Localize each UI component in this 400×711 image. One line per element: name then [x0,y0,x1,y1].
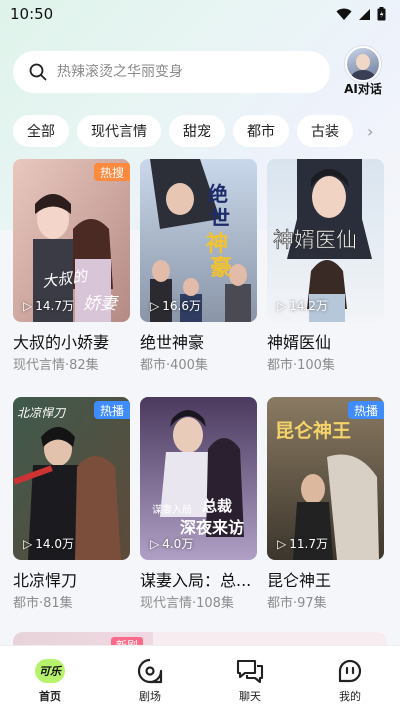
profile-icon [335,656,365,686]
category-tab[interactable]: 全部 [13,115,69,147]
drama-meta: 都市·81集 [13,596,73,611]
tab-label: 剧场 [139,690,161,703]
drama-meta: 都市·97集 [267,596,327,611]
views-count: ▷ 14.0万 [23,536,74,552]
category-tab[interactable]: 古装 [297,115,353,147]
tab-label: 我的 [339,690,361,703]
play-icon: ▷ [23,536,33,551]
svg-text:世: 世 [210,206,230,230]
drama-title: 昆仑神王 [267,571,332,590]
search-row: AI对话 [13,46,387,96]
category-tab[interactable]: 现代言情 [77,115,161,147]
ai-chat-label: AI对话 [344,82,382,96]
wifi-icon [336,8,352,20]
drama-poster: 大叔的 娇妻 热搜 ▷ 14.7万 [13,159,130,322]
views-count: ▷ 14.2万 [277,298,328,314]
battery-icon [377,7,386,21]
svg-text:神: 神 [206,231,228,257]
ai-avatar-image [345,46,381,82]
chat-icon [235,656,265,686]
svg-text:绝: 绝 [208,182,228,206]
drama-title: 北凉悍刀 [13,571,78,590]
svg-text:谋妻入局: 谋妻入局 [152,503,192,516]
svg-text:神婿医仙: 神婿医仙 [273,228,357,252]
views-count: ▷ 11.7万 [277,536,328,552]
chevron-right-icon[interactable]: › [367,122,373,141]
category-tab[interactable]: 都市 [233,115,289,147]
tab-home[interactable]: 可乐 首页 [10,656,90,703]
status-icons [336,7,386,21]
tab-profile[interactable]: 我的 [310,656,390,703]
status-bar: 10:50 [0,0,400,28]
tab-label: 首页 [39,690,61,703]
drama-meta: 现代言情·108集 [140,596,234,611]
drama-meta: 都市·400集 [140,358,208,373]
svg-text:豪: 豪 [210,255,232,281]
tab-theater[interactable]: 剧场 [110,656,190,703]
drama-title: 谋妻入局：总... [140,571,252,590]
drama-card[interactable]: 神婿医仙 SHEN XU YI XIAN ▷ 14.2万 神婿医仙 都市·100集 [267,159,384,383]
drama-card[interactable]: 谋妻入局 总裁 深夜来访 ▷ 4.0万 谋妻入局：总... 现代言情·108集 [140,397,257,621]
views-count: ▷ 4.0万 [150,536,194,552]
play-icon: ▷ [277,298,287,313]
drama-grid: 大叔的 娇妻 热搜 ▷ 14.7万 大叔的小娇妻 现代言情·82集 绝 世 神 … [13,159,387,621]
home-logo-icon: 可乐 [35,656,65,686]
drama-meta: 都市·100集 [267,358,335,373]
drama-badge: 热播 [93,401,130,419]
ai-chat-button[interactable]: AI对话 [339,46,387,98]
drama-title: 绝世神豪 [140,333,205,352]
drama-badge: 热播 [347,401,384,419]
svg-text:北凉悍刀: 北凉悍刀 [17,406,67,420]
tab-chat[interactable]: 聊天 [210,656,290,703]
views-count: ▷ 14.7万 [23,298,74,314]
play-icon: ▷ [150,536,160,551]
drama-poster: 绝 世 神 豪 ▷ 16.6万 [140,159,257,322]
drama-card[interactable]: 绝 世 神 豪 ▷ 16.6万 绝世神豪 都市·400集 [140,159,257,383]
search-input[interactable] [57,64,307,80]
play-icon: ▷ [150,298,160,313]
bottom-tabbar: 可乐 首页 剧场 聊天 我的 [0,645,400,711]
drama-card[interactable]: 北凉悍刀 热播 ▷ 14.0万 北凉悍刀 都市·81集 [13,397,130,621]
drama-title: 大叔的小娇妻 [13,333,110,352]
drama-poster: 北凉悍刀 热播 ▷ 14.0万 [13,397,130,560]
signal-icon [359,8,370,20]
svg-text:总裁: 总裁 [202,497,232,515]
theater-icon [135,656,165,686]
drama-poster: 谋妻入局 总裁 深夜来访 ▷ 4.0万 [140,397,257,560]
tab-label: 聊天 [239,690,261,703]
status-time: 10:50 [10,5,54,23]
category-tabs: 全部 现代言情 甜宠 都市 古装 › [13,115,400,147]
play-icon: ▷ [23,298,33,313]
drama-card[interactable]: 昆仑神王 热播 ▷ 11.7万 昆仑神王 都市·97集 [267,397,384,621]
drama-badge: 热搜 [93,163,130,181]
drama-poster: 神婿医仙 SHEN XU YI XIAN ▷ 14.2万 [267,159,384,322]
category-tab[interactable]: 甜宠 [169,115,225,147]
search-box[interactable] [13,51,330,93]
search-icon [29,63,47,81]
drama-poster: 昆仑神王 热播 ▷ 11.7万 [267,397,384,560]
drama-meta: 现代言情·82集 [13,358,99,373]
svg-text:昆仑神王: 昆仑神王 [275,419,351,442]
views-count: ▷ 16.6万 [150,298,201,314]
drama-title: 神婿医仙 [267,333,332,352]
svg-text:娇妻: 娇妻 [83,294,119,314]
poster-subtitle: SHEN XU YI XIAN [295,251,362,259]
play-icon: ▷ [277,536,287,551]
drama-card[interactable]: 大叔的 娇妻 热搜 ▷ 14.7万 大叔的小娇妻 现代言情·82集 [13,159,130,383]
